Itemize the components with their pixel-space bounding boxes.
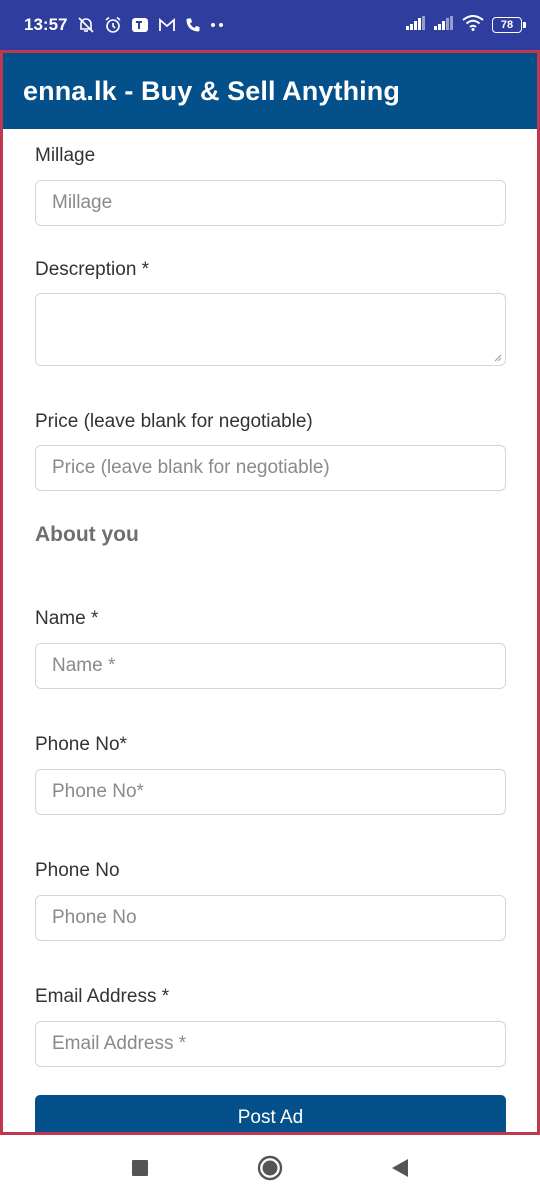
status-bar: 13:57 78 <box>0 0 540 50</box>
status-time: 13:57 <box>24 15 68 34</box>
alarm-icon <box>104 16 122 34</box>
email-input[interactable] <box>35 1021 506 1067</box>
app-frame: enna.lk - Buy & Sell Anything Millage De… <box>0 50 540 1135</box>
recents-square-icon[interactable] <box>120 1148 160 1188</box>
gmail-icon <box>158 17 176 33</box>
millage-label: Millage <box>35 145 96 166</box>
home-circle-icon[interactable] <box>250 1148 290 1188</box>
system-icons: 78 <box>406 14 526 36</box>
phone-primary-input[interactable] <box>35 769 506 815</box>
teams-icon <box>131 16 149 34</box>
app-title: enna.lk - Buy & Sell Anything <box>23 75 400 106</box>
resize-grip-icon[interactable] <box>494 354 502 362</box>
bell-off-icon <box>77 16 95 34</box>
phone-secondary-label: Phone No <box>35 860 120 881</box>
post-ad-button[interactable]: Post Ad <box>35 1095 506 1132</box>
price-label: Price (leave blank for negotiable) <box>35 411 313 432</box>
millage-input[interactable] <box>35 180 506 226</box>
description-textarea[interactable] <box>35 293 506 366</box>
back-triangle-icon[interactable] <box>380 1148 420 1188</box>
price-input[interactable] <box>35 445 506 491</box>
email-label: Email Address * <box>35 986 170 1007</box>
signal-icon-2 <box>434 15 454 35</box>
app-header: enna.lk - Buy & Sell Anything <box>3 53 537 129</box>
battery-icon: 78 <box>492 17 526 33</box>
phone-icon <box>185 17 201 33</box>
name-label: Name * <box>35 608 99 629</box>
more-icon <box>210 22 224 28</box>
post-ad-form: Millage Descreption * Price (leave blank… <box>3 145 537 1132</box>
navigation-bar <box>0 1135 540 1200</box>
notification-icons <box>77 16 224 34</box>
about-you-heading: About you <box>35 523 139 546</box>
phone-secondary-input[interactable] <box>35 895 506 941</box>
description-label: Descreption * <box>35 259 150 280</box>
signal-icon <box>406 15 426 35</box>
name-input[interactable] <box>35 643 506 689</box>
wifi-icon <box>462 14 484 36</box>
phone-primary-label: Phone No* <box>35 734 127 755</box>
